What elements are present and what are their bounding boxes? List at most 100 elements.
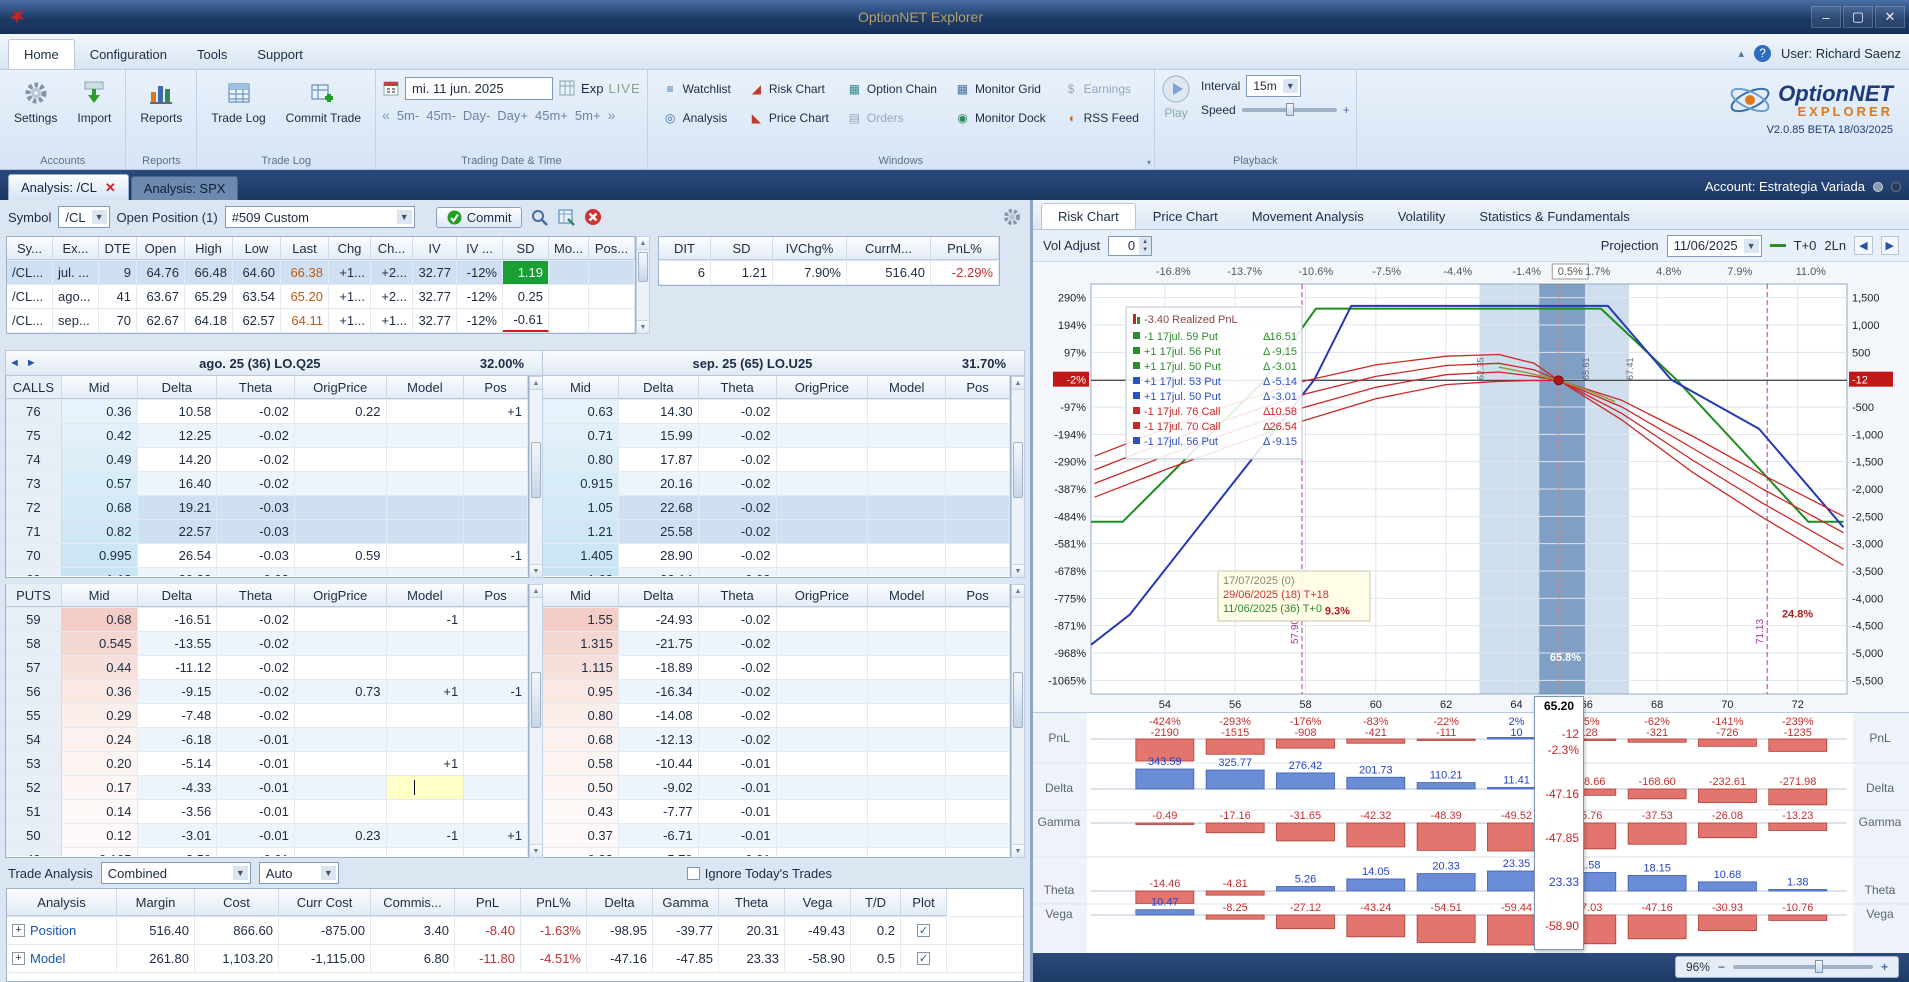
positions-scrollbar[interactable]: ▲ ▼	[636, 236, 650, 334]
cell[interactable]	[868, 800, 947, 823]
cell[interactable]	[387, 424, 465, 447]
column-header[interactable]: SD	[503, 237, 549, 260]
cell[interactable]	[868, 680, 947, 703]
step-5m-[interactable]: 5m-	[397, 108, 419, 123]
vol-adjust-stepper[interactable]: 0 ▲ ▼	[1108, 235, 1153, 256]
tab-price-chart[interactable]: Price Chart	[1136, 203, 1235, 229]
trading-date-input[interactable]: mi. 11 jun. 2025	[405, 76, 554, 100]
strategy-combo[interactable]: #509 Custom ▼	[224, 206, 415, 228]
cell[interactable]	[946, 568, 1010, 576]
cell[interactable]	[777, 448, 869, 471]
cell[interactable]: -0.01	[699, 800, 777, 823]
cell[interactable]: 0.12	[61, 824, 138, 847]
ribbon-item-option-chain[interactable]: ▦ Option Chain	[838, 74, 946, 103]
cell[interactable]	[464, 632, 528, 655]
column-header[interactable]: Curr Cost	[279, 889, 371, 916]
clear-position-icon[interactable]	[583, 207, 603, 227]
puts-row[interactable]: 0.37 -6.71 -0.01	[543, 824, 1010, 848]
cell[interactable]	[777, 424, 869, 447]
cell[interactable]: -1	[387, 824, 465, 847]
column-header[interactable]: High	[185, 237, 233, 260]
tab-analysis-cl[interactable]: Analysis: /CL ✕	[8, 174, 129, 200]
column-header[interactable]: Open	[137, 237, 185, 260]
cell[interactable]	[777, 776, 869, 799]
tab-statistics-fundamentals[interactable]: Statistics & Fundamentals	[1462, 203, 1646, 229]
chain-settings-icon[interactable]	[1002, 207, 1022, 227]
cell[interactable]	[946, 824, 1010, 847]
cell[interactable]	[868, 400, 947, 423]
scroll-down-icon[interactable]: ▼	[530, 564, 542, 577]
column-header[interactable]: Model	[386, 376, 465, 399]
scroll-down-icon[interactable]: ▼	[1012, 564, 1024, 577]
interval-combo[interactable]: 15m ▼	[1246, 75, 1301, 97]
cell[interactable]	[777, 704, 869, 727]
puts-row[interactable]: 1.55 -24.93 -0.02	[543, 608, 1010, 632]
strike-cell[interactable]: 58	[6, 632, 62, 655]
column-header[interactable]: Pos	[464, 376, 528, 399]
cell[interactable]	[387, 848, 465, 856]
cell[interactable]	[868, 728, 947, 751]
strike-cell[interactable]: 56	[6, 680, 62, 703]
scroll-up-icon[interactable]: ▲	[1012, 585, 1024, 598]
step-5m-[interactable]: 5m+	[575, 108, 601, 123]
calls-row[interactable]: 72 0.68 19.21 -0.03	[6, 496, 528, 520]
column-header[interactable]: Theta	[217, 584, 295, 607]
zoom-slider[interactable]	[1732, 960, 1873, 973]
step-back-fast-icon[interactable]: «	[382, 107, 390, 123]
cell[interactable]: 20.16	[619, 472, 699, 495]
cell[interactable]: -0.02	[699, 728, 777, 751]
cell[interactable]: 0.545	[61, 632, 138, 655]
cell[interactable]: -0.02	[217, 680, 295, 703]
cell[interactable]: -0.01	[217, 728, 295, 751]
puts-row[interactable]: 1.315 -21.75 -0.02	[543, 632, 1010, 656]
cell[interactable]	[295, 608, 387, 631]
column-header[interactable]: IV ...	[457, 237, 503, 260]
cell[interactable]: -0.02	[217, 656, 295, 679]
strike-cell[interactable]: 73	[6, 472, 62, 495]
column-header[interactable]: Delta	[137, 584, 218, 607]
ribbon-item-price-chart[interactable]: ◣ Price Chart	[740, 103, 838, 132]
analysis-mode-combo[interactable]: Combined ▼	[100, 862, 251, 884]
plot-checkbox[interactable]: ✓	[917, 952, 930, 965]
cell[interactable]: 0.20	[61, 752, 138, 775]
cell[interactable]: -0.02	[699, 632, 777, 655]
cell[interactable]: 0.63	[543, 400, 619, 423]
cell[interactable]	[295, 496, 387, 519]
cell[interactable]	[387, 632, 465, 655]
chain-prev-icon[interactable]: ◄	[6, 357, 23, 369]
date-picker-icon[interactable]	[558, 79, 576, 97]
cell[interactable]: -0.02	[217, 424, 295, 447]
cell[interactable]: -0.02	[699, 704, 777, 727]
calls-row[interactable]: 71 0.82 22.57 -0.03	[6, 520, 528, 544]
cell[interactable]	[464, 776, 528, 799]
calls-row[interactable]: 0.63 14.30 -0.02	[543, 400, 1010, 424]
column-header[interactable]: Pos	[464, 584, 528, 607]
play-button[interactable]: Play	[1161, 74, 1191, 122]
column-header[interactable]: Model	[868, 584, 947, 607]
cell[interactable]	[464, 568, 528, 576]
row-name[interactable]: Model	[30, 951, 65, 966]
calls-row[interactable]: 1.405 28.90 -0.02	[543, 544, 1010, 568]
cell[interactable]	[946, 472, 1010, 495]
menu-item-support[interactable]: Support	[242, 40, 318, 69]
expand-icon[interactable]: +	[12, 952, 25, 965]
column-header[interactable]: OrigPrice	[776, 376, 869, 399]
cell[interactable]: -3.56	[138, 800, 218, 823]
column-header[interactable]: PnL%	[521, 889, 587, 916]
cell[interactable]	[946, 848, 1010, 856]
cell[interactable]: -0.02	[699, 520, 777, 543]
chain-scrollbar[interactable]: ▲ ▼	[529, 584, 543, 858]
scroll-up-icon[interactable]: ▲	[530, 377, 542, 390]
column-header[interactable]: Delta	[618, 376, 699, 399]
cell[interactable]	[295, 848, 387, 856]
cell[interactable]: -6.18	[138, 728, 218, 751]
cell[interactable]	[777, 656, 869, 679]
cell[interactable]	[868, 608, 947, 631]
cell[interactable]: 14.20	[138, 448, 218, 471]
cell[interactable]	[946, 448, 1010, 471]
cell[interactable]: -0.03	[699, 568, 777, 576]
cell[interactable]: 0.44	[61, 656, 138, 679]
puts-row[interactable]: 1.115 -18.89 -0.02	[543, 656, 1010, 680]
slider-thumb[interactable]	[1285, 103, 1294, 116]
zoom-out-icon[interactable]: −	[1718, 960, 1725, 974]
